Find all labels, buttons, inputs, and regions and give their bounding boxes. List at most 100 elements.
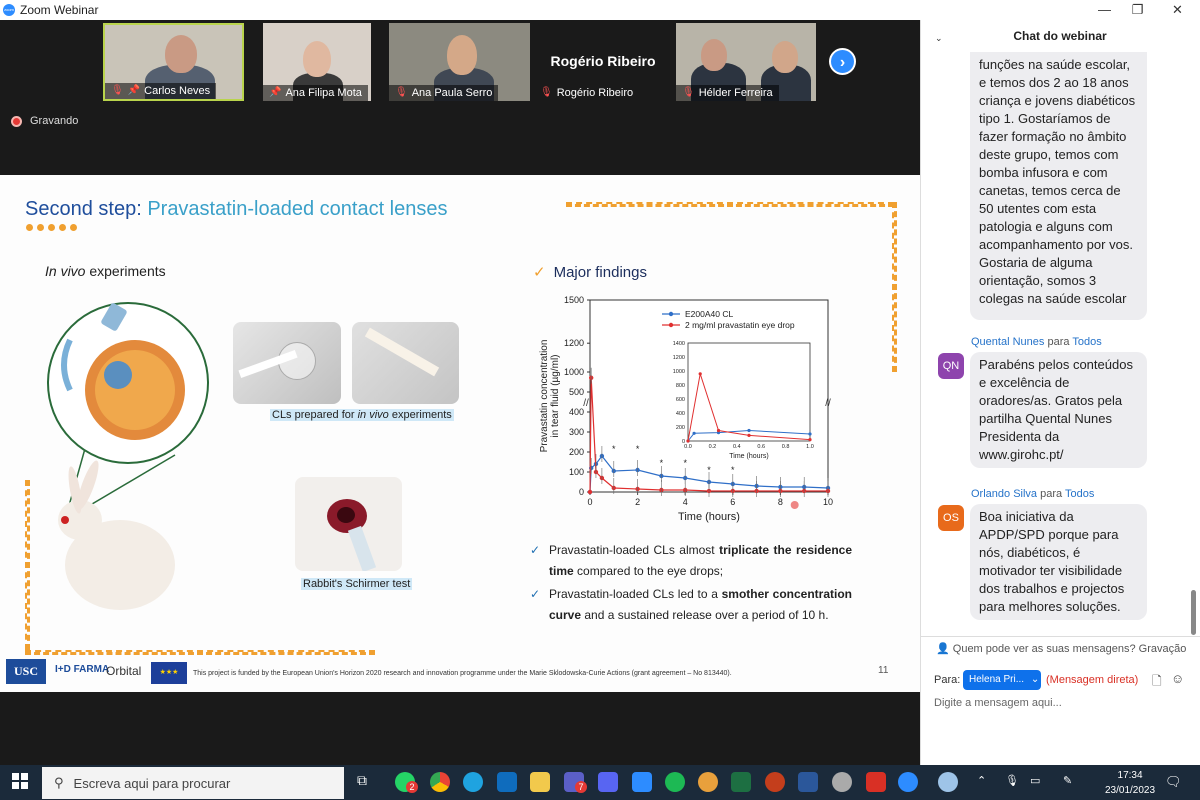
powerpoint-icon[interactable] (765, 772, 785, 792)
message-input[interactable]: Digite a mensagem aqui... (934, 697, 1062, 709)
recipient-select[interactable]: Helena Pri... ⌄ (963, 670, 1041, 690)
tray-chevron-up-icon[interactable]: ⌃ (977, 774, 986, 787)
discord-icon[interactable] (598, 772, 618, 792)
rabbit-eye-photo (295, 477, 402, 571)
screen-icon[interactable]: ▭ (1030, 774, 1040, 787)
close-button[interactable]: ✕ (1155, 0, 1200, 20)
inset-y-tick-label: 800 (676, 383, 685, 389)
video-tile-ana-paula[interactable]: 🎙 Ana Paula Serro (389, 23, 530, 101)
participant-name: 📌 Ana Filipa Mota (263, 85, 368, 101)
y-tick-label: 1000 (564, 367, 584, 377)
inset-x-tick-label: 0.6 (757, 444, 765, 450)
chat-sender: Quental Nunes para Todos (971, 336, 1102, 348)
y-tick-label: 0 (579, 487, 584, 497)
inset-data-point (716, 428, 721, 433)
legend-marker (668, 322, 674, 328)
video-tile-carlos[interactable]: 🎙 📌 Carlos Neves (103, 23, 244, 101)
recording-indicator: Gravando (11, 115, 78, 127)
inset-x-tick-label: 0.0 (684, 444, 692, 450)
windows-start-icon[interactable] (12, 773, 28, 789)
record-dot-icon (11, 115, 22, 127)
app-icon[interactable] (832, 772, 852, 792)
chat-scrollbar[interactable] (1191, 590, 1196, 635)
taskbar-search[interactable]: ⚲ Escreva aqui para procurar (42, 767, 344, 799)
inset-x-axis-label: Time (hours) (729, 453, 768, 460)
inset-data-point (808, 432, 812, 436)
inset-data-point (808, 438, 812, 442)
mail-icon[interactable] (497, 772, 517, 792)
inset-x-tick-label: 1.0 (806, 444, 814, 450)
contact-lens-photo-1 (233, 322, 341, 404)
inset-data-point (747, 428, 751, 433)
task-view-icon[interactable]: ⧉ (357, 772, 377, 792)
taskbar-clock[interactable]: 17:34 23/01/2023 (1105, 768, 1155, 798)
axis-break-mark: // (583, 398, 589, 409)
file-icon[interactable]: 🗋 (1152, 672, 1162, 693)
y-tick-label: 300 (569, 427, 584, 437)
excel-icon[interactable] (731, 772, 751, 792)
paint-icon[interactable] (698, 772, 718, 792)
concentration-chart: // // 0 100 200 300 400 500 1000 1200 1500 0 2 4 6 8 10 T… (539, 295, 833, 523)
whatsapp-icon[interactable]: 2 (395, 772, 418, 793)
who-can-see-link[interactable]: 👤 Quem pode ver as suas mensagens? Grava… (936, 642, 1188, 655)
inset-y-tick-label: 1400 (673, 341, 685, 347)
video-tile-rogerio[interactable]: Rogério Ribeiro 🎙 Rogério Ribeiro (534, 23, 672, 101)
file-explorer-icon[interactable] (530, 772, 550, 792)
y-axis-label: Pravastatin concentrationin tear fluid (… (539, 340, 561, 453)
significance-marker: * (636, 444, 640, 454)
invivo-heading: In vivo experiments (45, 263, 166, 279)
restore-button[interactable]: ❐ (1115, 0, 1160, 20)
decorative-dots (26, 224, 77, 231)
chrome-icon[interactable] (430, 772, 450, 792)
spotify-icon[interactable] (665, 772, 685, 792)
pen-icon[interactable]: ✎ (1063, 774, 1072, 787)
acrobat-icon[interactable] (866, 772, 886, 792)
inset-data-point (686, 439, 690, 443)
y-tick-label: 500 (569, 387, 584, 397)
contact-lens-photo-2 (352, 322, 459, 404)
weather-icon[interactable] (938, 772, 958, 792)
edge-icon[interactable] (463, 772, 483, 792)
emoji-icon[interactable]: ☺ (1171, 671, 1184, 686)
x-tick-label: 8 (778, 497, 783, 507)
app-icon[interactable] (632, 772, 652, 792)
microphone-icon[interactable]: 🎙 (1005, 774, 1019, 787)
divider (920, 636, 1200, 637)
participant-display-name: Rogério Ribeiro (550, 53, 656, 69)
people-icon: 👤 (936, 643, 953, 655)
avatar: OS (938, 505, 964, 531)
inset-x-tick-label: 0.8 (782, 444, 790, 450)
x-tick-label: 2 (635, 497, 640, 507)
word-icon[interactable] (798, 772, 818, 792)
mic-muted-icon: 🎙 (395, 87, 408, 98)
x-tick-label: 0 (587, 497, 592, 507)
mic-muted-icon: 🎙 (682, 87, 695, 98)
slide-title: Second step: Pravastatin-loaded contact … (25, 198, 448, 220)
inset-y-tick-label: 600 (676, 397, 685, 403)
significance-marker: * (683, 458, 687, 468)
video-tile-helder[interactable]: 🎙 Hélder Ferreira (676, 23, 816, 101)
window-title: Zoom Webinar (20, 3, 99, 17)
participant-name: 🎙 Hélder Ferreira (676, 85, 779, 101)
orbital-logo: Orbital (106, 664, 142, 678)
funding-note: This project is funded by the European U… (193, 670, 732, 677)
next-page-arrow-icon[interactable]: › (829, 48, 856, 75)
farma-logo: I+D FARMA (55, 664, 110, 675)
video-tile-ana-filipa[interactable]: 📌 Ana Filipa Mota (263, 23, 371, 101)
slide-number: 11 (878, 665, 889, 676)
chat-title: Chat do webinar (1013, 29, 1107, 43)
caption-schirmer: Rabbit's Schirmer test (301, 578, 413, 590)
inset-data-point (747, 433, 751, 437)
check-icon: ✓ (533, 264, 546, 281)
zoom-icon[interactable] (898, 772, 918, 792)
mic-muted-icon: 🎙 (111, 85, 124, 96)
teams-icon[interactable]: 7 (564, 772, 587, 793)
check-icon: ✓ (530, 587, 541, 601)
chat-message: Parabéns pelos conteúdos e excelência de… (970, 352, 1147, 468)
pin-icon: 📌 (127, 85, 141, 96)
dashed-frame-left (25, 480, 30, 650)
notifications-icon[interactable]: 🗨 (1165, 774, 1182, 790)
y-tick-label: 100 (569, 467, 584, 477)
pin-icon: 📌 (269, 87, 282, 98)
to-label: Para: (934, 674, 961, 686)
